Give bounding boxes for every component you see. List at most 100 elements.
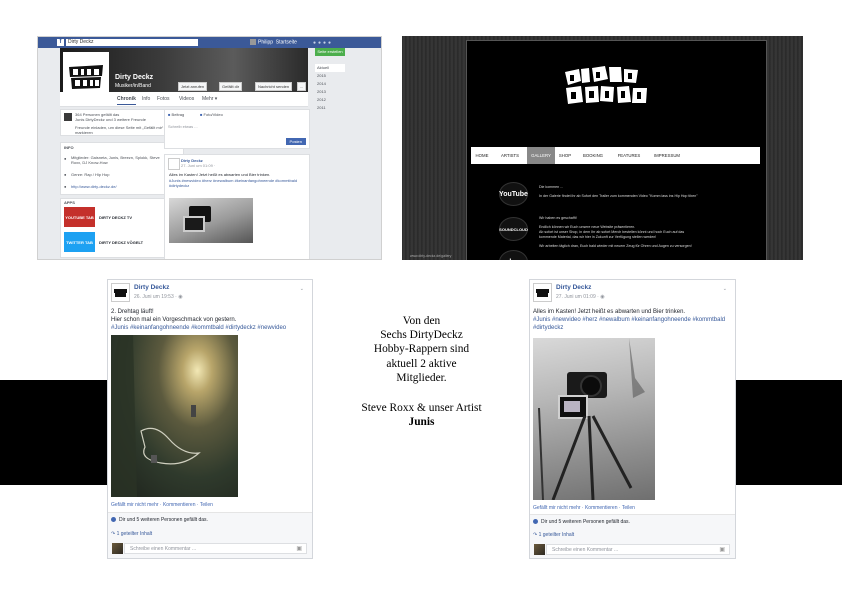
tab-fotos[interactable]: Fotos [157, 96, 170, 102]
page-category: Musiker/in/Band [115, 83, 151, 89]
post-button[interactable]: Posten [285, 138, 306, 145]
black-band-right [734, 380, 842, 485]
caption-line: aktuell 2 aktive [386, 357, 457, 370]
like-button[interactable]: Gefällt dir [219, 82, 243, 91]
post-tags[interactable]: #Junis #newvideo #herz #newalbum #keinan… [169, 178, 303, 188]
caption-line: Steve Roxx & unser Artist [361, 402, 482, 415]
search-input[interactable]: Dirty Deckz [66, 39, 198, 46]
notification-icons[interactable]: ●●●● [313, 40, 333, 46]
caption-line: Mitglieder. [396, 371, 447, 384]
timeline-year[interactable]: 2012 [315, 96, 345, 104]
facebook-topbar: f Dirty Deckz Philipp Startseite ●●●● [38, 37, 381, 48]
twitter-tab-tile[interactable]: TWITTER TAB [64, 232, 95, 252]
apps-heading: APPS [64, 200, 75, 205]
composer-tab-post[interactable]: ■ Beitrag [168, 112, 184, 117]
nav-features[interactable]: FEATURES [611, 147, 647, 164]
post-date[interactable]: 27. Juni um 01:09 · ◉ [556, 294, 605, 300]
post-tags[interactable]: #dirtydeckz [533, 324, 563, 332]
page-tabs: Chronik Info Fotos Videos Mehr ▾ [60, 92, 308, 107]
like-icon [533, 519, 538, 525]
app-label[interactable]: DIRTY DECKZ VÖGELT [99, 240, 143, 245]
create-page-button[interactable]: Seite erstellen [315, 48, 345, 56]
call-button[interactable]: Jetzt anrufen [178, 82, 208, 91]
facebook-post-right: Dirty Deckz 27. Juni um 01:09 · ◉ ⌄ Alle… [529, 279, 736, 559]
post-date[interactable]: 27. Juni um 01:09 · [181, 163, 215, 168]
post-date[interactable]: 26. Juni um 19:53 · ◉ [134, 294, 183, 300]
composer-tab-photo[interactable]: ■ Foto/Video [200, 112, 223, 117]
timeline-year[interactable]: 2013 [315, 88, 345, 96]
avatar [112, 543, 123, 554]
nav-home[interactable]: HOME [471, 147, 493, 164]
shares-link[interactable]: ↷ 1 geteilter Inhalt [533, 532, 574, 538]
chevron-down-icon[interactable]: ⌄ [723, 286, 727, 292]
caption-artist-name: Junis [408, 416, 435, 429]
avatar [250, 39, 256, 45]
post-photo[interactable] [169, 198, 253, 243]
soundcloud-icon[interactable]: SOUNDCLOUD [499, 217, 528, 241]
page-post-card: Dirty Deckz 27. Juni um 01:09 · Alles im… [164, 154, 310, 259]
post-actions[interactable]: Gefällt mir nicht mehr · Kommentieren · … [533, 505, 635, 511]
nav-shop[interactable]: SHOP [555, 147, 575, 164]
news-text: kommende Material, das wir hier in Zukun… [539, 235, 657, 239]
caption-line: Sechs DirtyDeckz [380, 329, 463, 342]
facebook-logo-icon[interactable]: f [57, 39, 64, 46]
home-link[interactable]: Startseite [276, 39, 297, 45]
share-icon: ↷ [533, 532, 538, 538]
photo-content [111, 335, 201, 497]
timeline-year[interactable]: 2014 [315, 80, 345, 88]
post-avatar[interactable] [111, 283, 130, 302]
youtube-icon[interactable]: YouTube [499, 182, 528, 206]
nav-gallery[interactable]: GALLERY [527, 147, 555, 164]
post-text: Alles im Kasten! Jetzt heißt es abwarten… [169, 172, 271, 177]
user-chip[interactable]: Philipp Startseite [250, 39, 297, 46]
likes-summary[interactable]: Dir und 5 weiteren Personen gefällt das. [111, 517, 208, 523]
nav-booking[interactable]: BOOKING [575, 147, 611, 164]
tab-chronik[interactable]: Chronik [117, 96, 136, 105]
post-tags[interactable]: #Junis #newvideo #herz #newalbum #keinan… [533, 316, 725, 324]
post-text: Alles im Kasten! Jetzt heißt es abwarten… [533, 309, 686, 315]
facebook-page-screenshot: f Dirty Deckz Philipp Startseite ●●●● Di… [37, 36, 382, 260]
post-avatar[interactable] [533, 283, 552, 302]
dirty-deckz-logo[interactable] [471, 45, 760, 144]
website-frame: HOME ARTISTS GALLERY SHOP BOOKING FEATUR… [466, 40, 767, 260]
post-tags[interactable]: #Junis #keinanfangohneende #kommtbald #d… [111, 324, 286, 332]
tab-videos[interactable]: Videos [179, 96, 194, 102]
camera-icon[interactable]: ▣ [296, 545, 302, 554]
post-photo[interactable] [533, 338, 655, 500]
news-text: Wir haben es geschafft! [539, 216, 577, 220]
timeline-year[interactable]: 2015 [315, 72, 345, 80]
dirty-deckz-logo [114, 288, 127, 297]
shares-link[interactable]: ↷ 1 geteilter Inhalt [111, 531, 152, 537]
message-button[interactable]: Nachricht senden [255, 82, 293, 91]
post-actions[interactable]: Gefällt mir nicht mehr · Kommentieren · … [111, 502, 213, 508]
genre-icon: ● [64, 172, 67, 177]
tab-more[interactable]: Mehr ▾ [202, 96, 217, 102]
post-author[interactable]: Dirty Deckz [556, 284, 591, 291]
likes-summary[interactable]: Dir und 5 weiteren Personen gefällt das. [533, 519, 630, 525]
more-button[interactable]: ... [297, 82, 307, 91]
info-url[interactable]: http://www.dirty-deckz.de/ [71, 184, 117, 189]
tab-info[interactable]: Info [142, 96, 150, 102]
news-text: Die kommen ... [539, 185, 564, 189]
timeline-year[interactable]: 2011 [315, 104, 345, 112]
nav-artists[interactable]: ARTISTS [493, 147, 527, 164]
website-content: YouTube SOUNDCLOUD bc Die kommen ... In … [471, 164, 760, 260]
comment-input[interactable]: Schreibe einen Kommentar ... ▣ [124, 543, 307, 554]
bandcamp-icon[interactable]: bc [499, 250, 528, 260]
comment-input[interactable]: Schreibe einen Kommentar ... ▣ [546, 544, 730, 555]
nav-impressum[interactable]: IMPRESSUM [647, 147, 687, 164]
friend-avatar [64, 113, 72, 121]
share-icon: ↷ [111, 531, 116, 537]
app-label[interactable]: DIRTY DECKZ TV [99, 215, 132, 220]
invite-text[interactable]: Freunde einladen, um diese Seite mit „Ge… [75, 125, 175, 135]
chevron-down-icon[interactable]: ⌄ [300, 286, 304, 292]
youtube-tab-tile[interactable]: YOUTUBE TAB [64, 207, 95, 227]
composer-input[interactable]: Schreib etwas ... [168, 124, 198, 129]
timeline-year[interactable]: Aktuell [315, 64, 345, 72]
website-nav: HOME ARTISTS GALLERY SHOP BOOKING FEATUR… [471, 147, 760, 164]
post-avatar[interactable] [168, 158, 180, 170]
post-author[interactable]: Dirty Deckz [134, 284, 169, 291]
camera-icon[interactable]: ▣ [719, 546, 725, 555]
post-photo[interactable] [111, 335, 238, 497]
